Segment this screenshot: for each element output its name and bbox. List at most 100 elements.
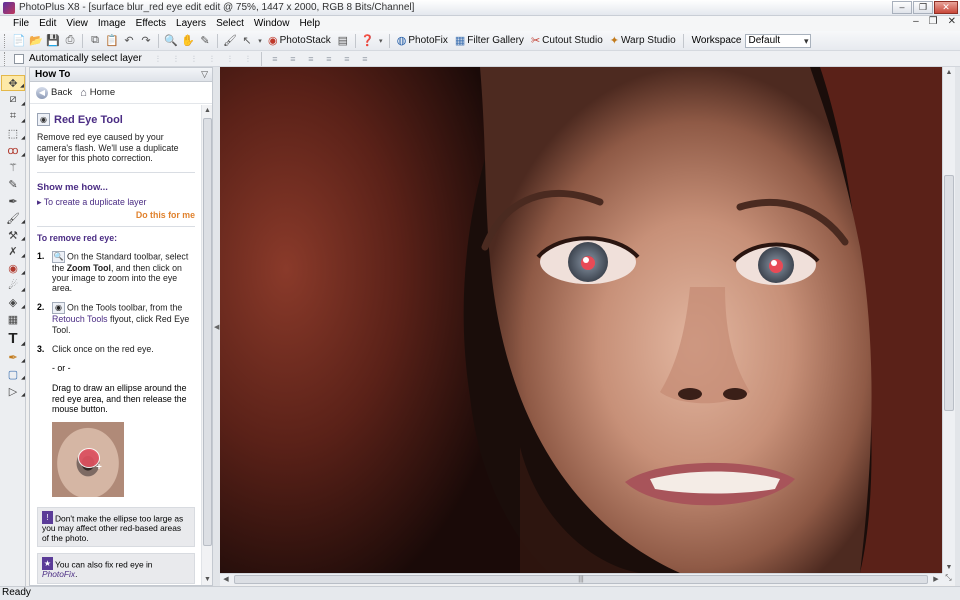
scroll-right-arrow-icon[interactable]: ▶: [930, 574, 942, 585]
hand-icon[interactable]: ✋: [181, 34, 195, 48]
scroll-left-arrow-icon[interactable]: ◀: [220, 574, 232, 585]
color-pickup-tool-icon[interactable]: ✒: [1, 193, 25, 209]
step-number: 3.: [37, 343, 45, 354]
paint-brush-tool-icon[interactable]: 🖌 ◢: [1, 210, 25, 226]
right-panel-splitter[interactable]: [955, 67, 960, 586]
duplicate-layer-link[interactable]: ▸ To create a duplicate layer: [37, 197, 195, 208]
smudge-tool-icon[interactable]: ☄ ◢: [1, 278, 25, 294]
chevron-down-icon[interactable]: ▽: [201, 68, 208, 81]
crop-rotate-tool-icon[interactable]: ⧄ ◢: [1, 92, 26, 108]
panel-splitter[interactable]: ◀: [213, 67, 220, 586]
workspace-select[interactable]: Default: [745, 33, 812, 48]
copy-icon[interactable]: ⧉: [88, 34, 102, 48]
open-folder-icon[interactable]: 📂: [29, 34, 43, 48]
image-canvas[interactable]: [220, 67, 942, 573]
retouch-tool-icon[interactable]: ◉ ◢: [1, 261, 25, 277]
zoom-icon[interactable]: 🔍: [164, 34, 178, 48]
menu-view[interactable]: View: [61, 18, 93, 29]
node-edit-tool-icon[interactable]: ▷ ◢: [1, 383, 25, 399]
menu-edit[interactable]: Edit: [34, 18, 61, 29]
fill-tool-icon[interactable]: ◈ ◢: [1, 295, 25, 311]
redo-icon[interactable]: ↷: [139, 34, 153, 48]
menu-image[interactable]: Image: [93, 18, 131, 29]
paste-icon[interactable]: 📋: [105, 34, 119, 48]
mesh-warp-tool-icon[interactable]: ▦: [1, 311, 25, 327]
collapse-left-icon[interactable]: ◀: [214, 323, 219, 331]
move-tool-icon[interactable]: ✥ ◢: [1, 75, 25, 91]
print-icon[interactable]: ⎙: [63, 34, 77, 48]
scrollbar-thumb[interactable]: [203, 118, 212, 546]
align-right-icon[interactable]: ⫶: [242, 54, 254, 64]
photostack-button[interactable]: ◉ PhotoStack: [265, 34, 334, 47]
eyedropper-icon[interactable]: ✎: [198, 34, 212, 48]
scrollbar-thumb[interactable]: [944, 175, 954, 411]
doc-close-button[interactable]: ✕: [948, 16, 956, 27]
navigator-corner-icon[interactable]: ⤡: [942, 573, 955, 585]
maximize-button[interactable]: ❐: [913, 1, 933, 14]
new-file-icon[interactable]: 📄: [12, 34, 26, 48]
distribute-bottom-icon[interactable]: ≡: [305, 54, 317, 64]
pointer-icon[interactable]: ↖: [240, 34, 254, 48]
distribute-right-icon[interactable]: ≡: [359, 54, 371, 64]
close-button[interactable]: ✕: [934, 1, 958, 14]
clone-tool-icon[interactable]: ⚒ ◢: [1, 227, 25, 243]
layers-icon[interactable]: ▤: [336, 34, 350, 48]
align-top-icon[interactable]: ⫶: [152, 54, 164, 64]
align-left-icon[interactable]: ⫶: [206, 54, 218, 64]
brush-icon[interactable]: 🖌: [223, 34, 237, 48]
distribute-top-icon[interactable]: ≡: [269, 54, 281, 64]
menu-file[interactable]: File: [8, 18, 34, 29]
doc-minimize-button[interactable]: –: [913, 16, 919, 27]
distribute-hcenter-icon[interactable]: ≡: [341, 54, 353, 64]
minimize-button[interactable]: –: [892, 1, 912, 14]
chevron-down-icon[interactable]: ▾: [378, 34, 384, 48]
photofix-link[interactable]: PhotoFix: [42, 569, 75, 580]
menu-layers[interactable]: Layers: [171, 18, 211, 29]
step-2: 2. ◉ On the Tools toolbar, from the Retou…: [37, 302, 190, 335]
crop-tool-icon[interactable]: ⌗ ◢: [1, 109, 25, 125]
distribute-vcenter-icon[interactable]: ≡: [287, 54, 299, 64]
back-button[interactable]: ◀ Back: [36, 86, 72, 99]
scroll-down-arrow-icon[interactable]: ▼: [943, 562, 955, 573]
canvas-horizontal-scrollbar[interactable]: ◀ ||| ▶: [220, 573, 942, 585]
shape-tool-icon[interactable]: ▢ ◢: [1, 366, 25, 382]
toolbar-grip[interactable]: [4, 33, 7, 48]
do-this-for-me-link[interactable]: Do this for me: [37, 210, 195, 220]
home-button[interactable]: ⌂ Home: [80, 87, 115, 99]
how-to-scrollbar[interactable]: ▲ ▼: [201, 105, 212, 585]
retouch-tools-link[interactable]: Retouch Tools: [52, 314, 108, 324]
auto-select-label: Automatically select layer: [29, 53, 142, 64]
magic-wand-tool-icon[interactable]: ⚚: [1, 159, 25, 175]
menu-help[interactable]: Help: [294, 18, 325, 29]
toolbar-grip[interactable]: [4, 51, 7, 66]
align-bottom-icon[interactable]: ⫶: [188, 54, 200, 64]
selection-brush-tool-icon[interactable]: ✎: [1, 176, 25, 192]
eraser-tool-icon[interactable]: ✗ ◢: [1, 244, 25, 260]
auto-select-checkbox[interactable]: [14, 53, 24, 64]
distribute-left-icon[interactable]: ≡: [323, 54, 335, 64]
canvas-vertical-scrollbar[interactable]: ▲ ▼: [942, 67, 955, 573]
help-icon[interactable]: ❓: [361, 34, 375, 48]
lasso-tool-icon[interactable]: ꝏ ◢: [1, 143, 25, 159]
menu-effects[interactable]: Effects: [131, 18, 171, 29]
title-bar: PhotoPlus X8 - [surface blur_red eye edi…: [0, 0, 960, 16]
text-tool-icon[interactable]: T ◢: [1, 328, 25, 348]
menu-window[interactable]: Window: [249, 18, 295, 29]
menu-select[interactable]: Select: [211, 18, 249, 29]
align-vcenter-icon[interactable]: ⫶: [170, 54, 182, 64]
undo-icon[interactable]: ↶: [122, 34, 136, 48]
doc-restore-button[interactable]: ❐: [929, 16, 938, 27]
scroll-up-arrow-icon[interactable]: ▲: [943, 67, 955, 78]
scroll-down-arrow-icon[interactable]: ▼: [202, 574, 213, 585]
cutout-studio-button[interactable]: ✂ Cutout Studio: [528, 34, 606, 47]
photofix-button[interactable]: ◍ PhotoFix: [394, 34, 451, 47]
selection-tool-icon[interactable]: ⬚ ◢: [1, 126, 25, 142]
scroll-up-arrow-icon[interactable]: ▲: [202, 105, 213, 116]
filter-gallery-button[interactable]: ▦ Filter Gallery: [452, 34, 527, 47]
align-hcenter-icon[interactable]: ⫶: [224, 54, 236, 64]
scrollbar-thumb[interactable]: |||: [234, 575, 928, 584]
chevron-down-icon[interactable]: ▾: [257, 34, 263, 48]
pen-tool-icon[interactable]: ✒ ◢: [1, 349, 25, 365]
save-icon[interactable]: 💾: [46, 34, 60, 48]
warp-studio-button[interactable]: ✦ Warp Studio: [607, 34, 679, 47]
